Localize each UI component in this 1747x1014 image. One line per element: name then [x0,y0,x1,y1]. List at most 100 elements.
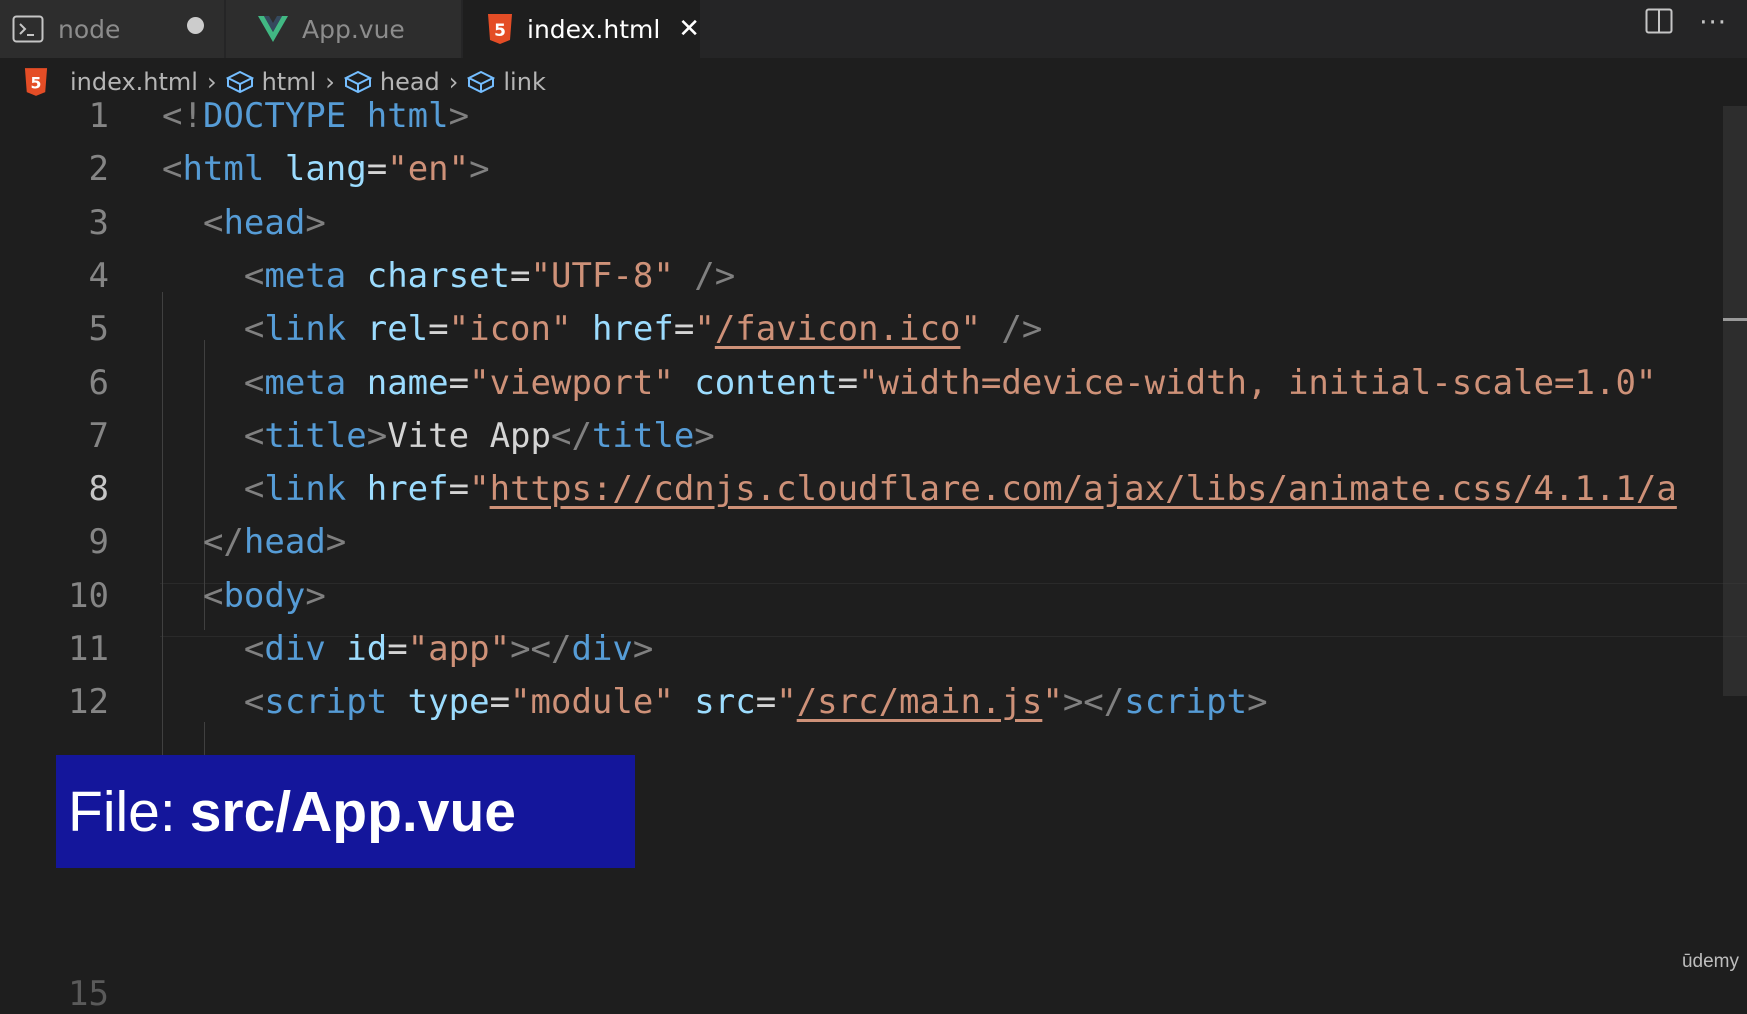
code-token: body [223,575,306,616]
code-token: https://cdnjs.cloudflare.com/ajax/libs/a… [489,469,1677,510]
code-token: "app" [407,629,511,669]
code-token: < [243,469,265,510]
line-number: 12 [68,682,109,723]
more-actions-icon[interactable]: ··· [1699,8,1727,38]
code-token: lang [284,149,367,190]
code-line[interactable]: 3 <head> [0,197,1747,250]
code-token: head [243,522,326,563]
code-text: <html lang="en"> [162,143,490,196]
code-token: < [243,255,265,296]
code-token: "viewport" [469,362,674,403]
code-token: > [694,415,715,456]
code-token: id [346,629,388,669]
svg-text:5: 5 [494,21,506,41]
code-token: link [264,309,367,350]
code-token: </ [550,415,592,456]
code-token: meta [264,255,367,296]
tab-node[interactable]: node [0,0,225,58]
code-token: < [243,682,265,723]
line-number: 9 [88,522,109,563]
code-token: link [264,469,367,510]
code-token: > [632,629,654,669]
tab-index-html[interactable]: 5 index.html ✕ [463,0,701,58]
code-token: = [837,362,859,403]
code-text: <link href="https://cdnjs.cloudflare.com… [162,463,1677,516]
code-token: div [264,629,347,669]
code-line[interactable]: 1 <!DOCTYPE html> [0,90,1747,143]
tab-bar: node App.vue 5 index.html ✕ ··· [0,0,1747,58]
code-line[interactable]: 11 <div id="app"></div> [0,623,1747,676]
code-token: ></ [1062,682,1125,723]
code-text: <link rel="icon" href="/favicon.ico" /> [162,303,1042,356]
line-number: 2 [88,149,109,190]
code-line[interactable]: 4 <meta charset="UTF-8" /> [0,250,1747,303]
code-line[interactable]: 12 <script type="module" src="/src/main.… [0,676,1747,729]
code-line[interactable]: 2 <html lang="en"> [0,143,1747,196]
line-number: 6 [88,362,109,403]
code-token: < [243,629,265,669]
vertical-scrollbar[interactable] [1723,106,1747,696]
code-token: /> [1001,309,1043,350]
code-token: href [591,309,674,350]
code-token: = [448,362,470,403]
code-token: title [264,415,367,456]
tab-app-vue[interactable]: App.vue [226,0,462,58]
code-line[interactable]: 10 <body> [0,570,1747,623]
tab-label: index.html [527,14,661,44]
file-caption-overlay: File: src/App.vue [56,755,635,868]
udemy-watermark: ūdemy [1681,951,1739,972]
code-token: " [960,309,981,350]
code-text: <script type="module" src="/src/main.js"… [162,676,1268,729]
code-token: Vite App [387,415,551,456]
vue-icon [258,16,288,42]
code-token: script [1124,682,1248,723]
code-token: ></ [510,629,572,669]
line-number: 7 [88,415,109,456]
code-token: < [202,575,224,616]
code-token: < [202,202,224,243]
tab-label: node [58,14,121,44]
code-token: > [305,575,326,616]
line-number: 10 [68,575,109,616]
code-token: "module" [510,682,674,723]
code-token: charset [366,255,511,296]
code-line[interactable]: 9 </head> [0,516,1747,569]
code-token: div [571,629,633,669]
code-token: content [694,362,838,403]
close-icon[interactable]: ✕ [678,14,700,44]
line-number: 5 [88,309,109,350]
code-token: > [366,415,388,456]
code-token: </ [202,522,244,563]
caption-prefix: File: [68,779,176,844]
terminal-icon [12,15,44,43]
code-token: script [264,682,408,723]
code-token: /src/main.js [796,682,1043,723]
unsaved-dot-icon[interactable] [187,17,204,34]
code-token: "en" [387,149,470,190]
code-token: > [469,149,490,190]
code-line[interactable]: 7 <title>Vite App</title> [0,410,1747,463]
code-line[interactable]: 8 <link href="https://cdnjs.cloudflare.c… [0,463,1747,516]
line-number: 4 [88,255,109,296]
split-editor-icon[interactable] [1645,8,1673,38]
code-text: <div id="app"></div> [162,623,654,676]
code-token: "width=device-width, initial-scale=1.0" [858,362,1657,403]
code-line[interactable]: 6 <meta name="viewport" content="width=d… [0,357,1747,410]
code-token: head [223,202,306,243]
code-line[interactable]: 5 <link rel="icon" href="/favicon.ico" /… [0,303,1747,356]
code-token: "icon" [448,309,572,350]
code-token: < [243,362,265,403]
code-token: name [366,362,449,403]
code-token: src [694,682,756,723]
code-token: meta [264,362,367,403]
code-token: = [510,255,531,296]
code-token: < [243,309,265,350]
